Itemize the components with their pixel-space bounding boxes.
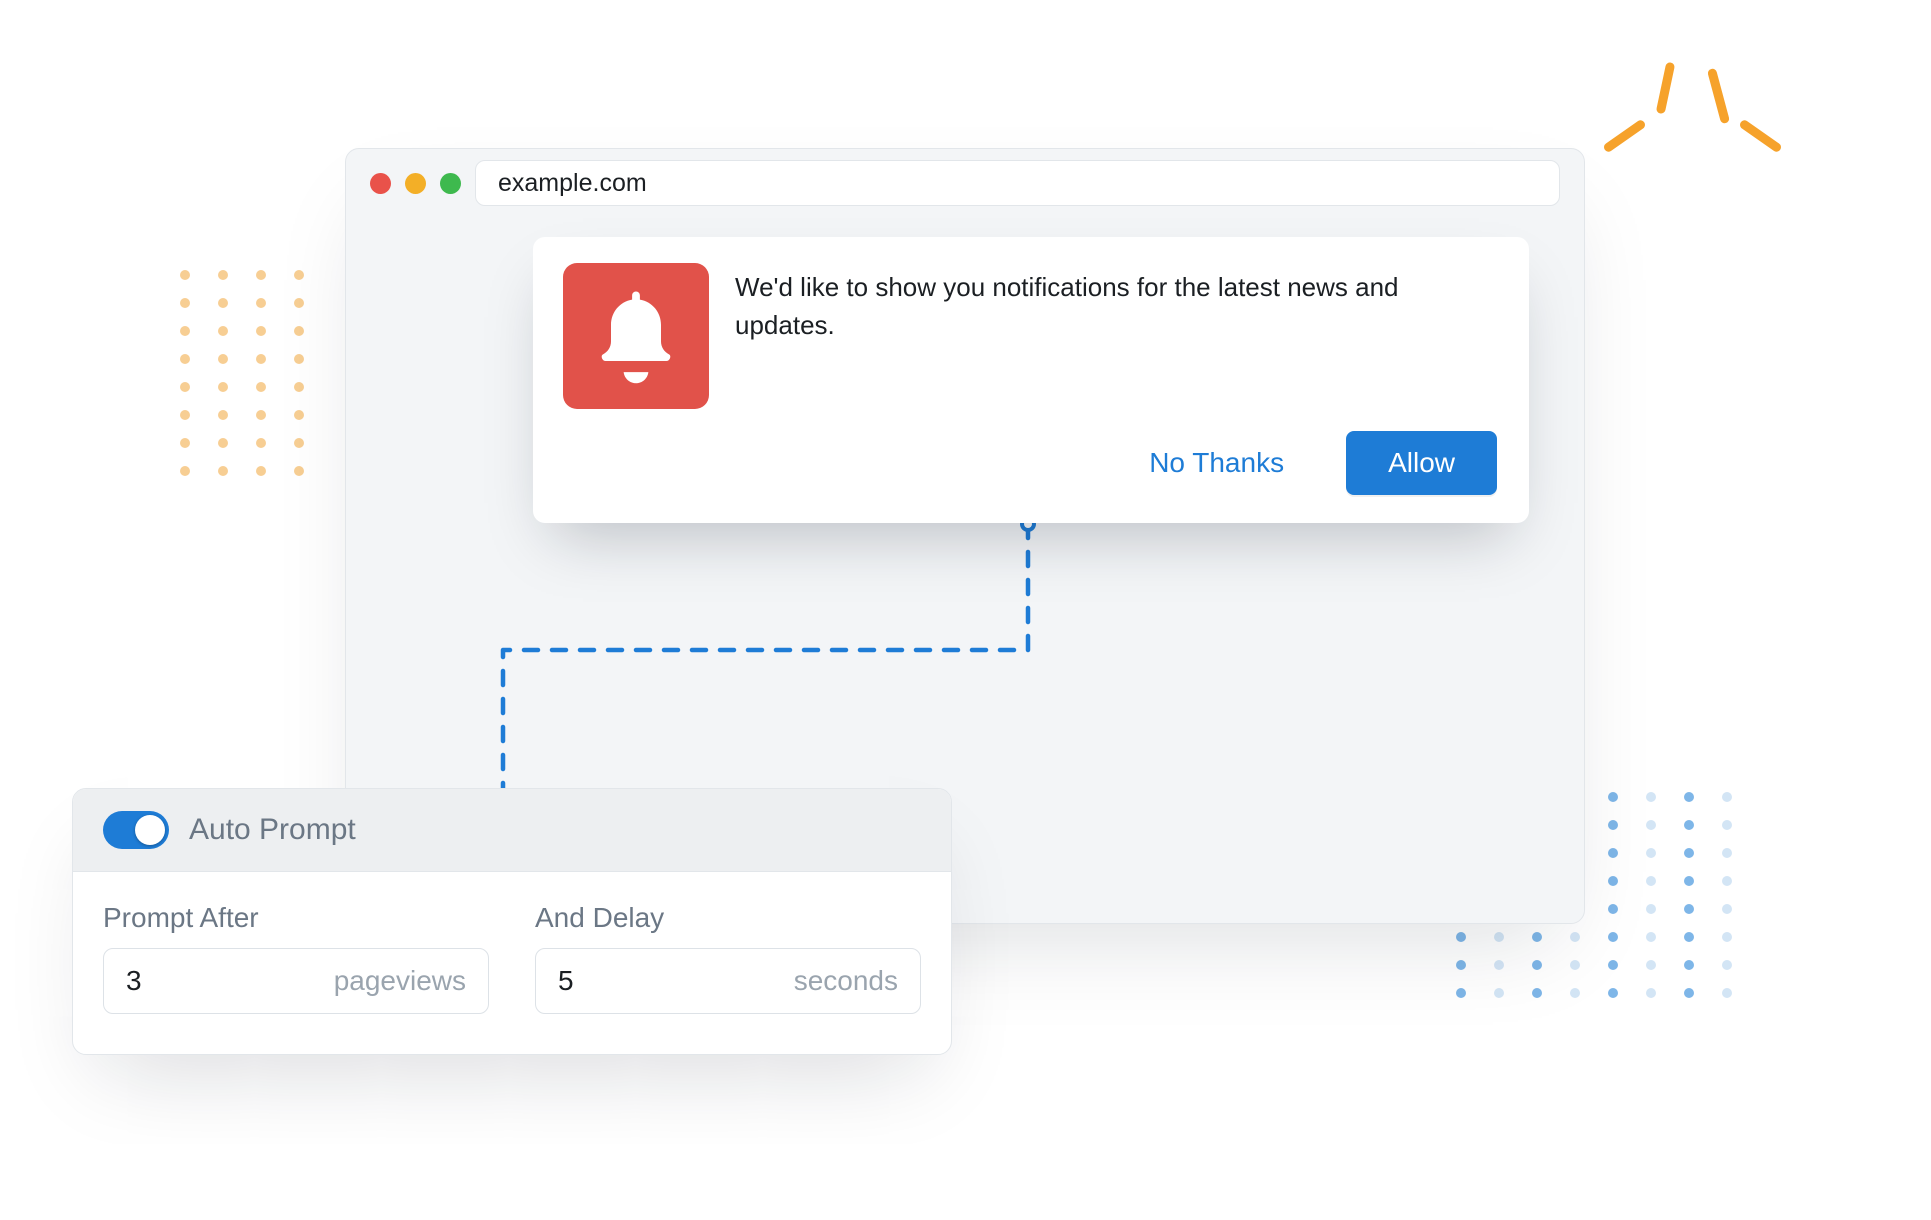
auto-prompt-settings-card: Auto Prompt Prompt After 3 pageviews And… [72,788,952,1055]
window-controls [370,173,461,194]
delay-field: And Delay 5 seconds [535,902,921,1014]
delay-label: And Delay [535,902,921,934]
minimize-window-icon[interactable] [405,173,426,194]
prompt-after-unit: pageviews [334,965,466,997]
prompt-after-label: Prompt After [103,902,489,934]
auto-prompt-title: Auto Prompt [189,813,356,847]
delay-input[interactable]: 5 seconds [535,948,921,1014]
notification-message: We'd like to show you notifications for … [735,263,1497,409]
allow-button[interactable]: Allow [1346,431,1497,495]
delay-unit: seconds [794,965,898,997]
prompt-after-input[interactable]: 3 pageviews [103,948,489,1014]
decorative-dots-peach [180,270,304,476]
decorative-rays-icon [1606,62,1786,202]
prompt-after-field: Prompt After 3 pageviews [103,902,489,1014]
bell-icon [563,263,709,409]
maximize-window-icon[interactable] [440,173,461,194]
notification-prompt: We'd like to show you notifications for … [533,237,1529,523]
address-bar-text: example.com [498,169,647,198]
browser-toolbar: example.com [346,149,1584,217]
auto-prompt-toggle[interactable] [103,811,169,849]
prompt-after-value: 3 [126,965,142,997]
address-bar[interactable]: example.com [475,160,1560,206]
no-thanks-button[interactable]: No Thanks [1143,446,1290,480]
close-window-icon[interactable] [370,173,391,194]
delay-value: 5 [558,965,574,997]
